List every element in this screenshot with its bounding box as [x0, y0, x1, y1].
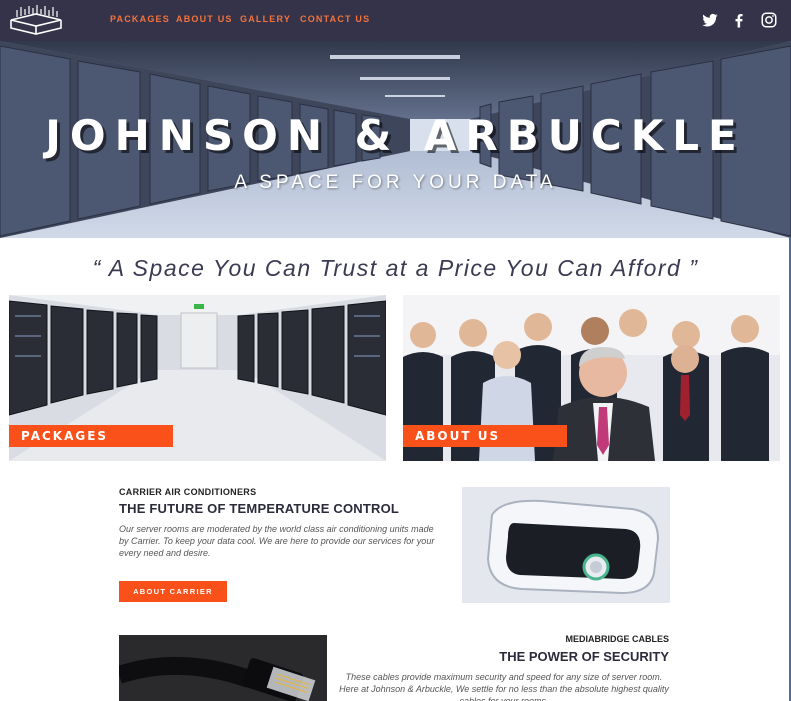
about-us-tile[interactable]: ABOUT US — [403, 295, 780, 461]
nav-link-about-us[interactable]: ABOUT US — [176, 14, 233, 24]
air-conditioner-photo — [462, 487, 670, 603]
instagram-icon[interactable] — [760, 11, 778, 29]
nav-link-contact-us[interactable]: CONTACT US — [300, 14, 370, 24]
top-nav-bar: PACKAGES ABOUT US GALLERY CONTACT US — [0, 0, 791, 41]
logo-icon[interactable] — [9, 4, 63, 36]
carrier-eyebrow: CARRIER AIR CONDITIONERS — [119, 487, 257, 497]
carrier-body-text: Our server rooms are moderated by the wo… — [119, 524, 435, 558]
hero-subtitle: A SPACE FOR YOUR DATA — [234, 172, 557, 193]
about-us-tile-label[interactable]: ABOUT US — [403, 425, 567, 447]
cables-heading: THE POWER OF SECURITY — [499, 649, 669, 664]
twitter-icon[interactable] — [701, 11, 719, 29]
cables-body-text: These cables provide maximum security an… — [339, 672, 669, 701]
packages-tile-label[interactable]: PACKAGES — [9, 425, 173, 447]
tagline: “ A Space You Can Trust at a Price You C… — [92, 255, 699, 281]
facebook-icon[interactable] — [730, 11, 748, 29]
hero-title: JOHNSON & ARBUCKLE — [45, 111, 746, 160]
nav-link-packages[interactable]: PACKAGES — [110, 14, 170, 24]
cables-eyebrow: MEDIABRIDGE CABLES — [565, 634, 669, 644]
ethernet-cable-photo — [119, 635, 327, 701]
hero-banner: JOHNSON & ARBUCKLE A SPACE FOR YOUR DATA — [0, 41, 791, 238]
about-carrier-button[interactable]: ABOUT CARRIER — [119, 581, 227, 602]
nav-link-gallery[interactable]: GALLERY — [240, 14, 291, 24]
carrier-heading: THE FUTURE OF TEMPERATURE CONTROL — [119, 501, 400, 516]
packages-tile[interactable]: PACKAGES — [9, 295, 386, 461]
